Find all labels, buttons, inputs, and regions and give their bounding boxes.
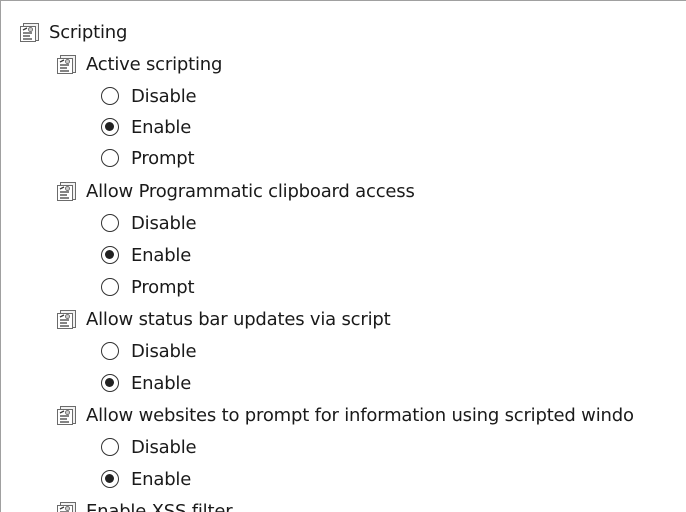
radio-option-disable[interactable]: Disable: [101, 80, 197, 112]
radio-option-enable[interactable]: Enable: [101, 367, 191, 399]
radio-option-enable[interactable]: Enable: [101, 111, 191, 143]
option-label: Prompt: [131, 276, 195, 298]
setting-label: Allow websites to prompt for information…: [86, 404, 634, 426]
setting-status-bar-updates[interactable]: Allow status bar updates via script: [56, 303, 391, 335]
radio-option-disable[interactable]: Disable: [101, 335, 197, 367]
radio-option-prompt[interactable]: Prompt: [101, 271, 195, 303]
policy-script-icon: [57, 502, 76, 512]
setting-prompt-scripted-windows[interactable]: Allow websites to prompt for information…: [56, 399, 634, 431]
setting-label: Allow Programmatic clipboard access: [86, 180, 415, 202]
radio-option-enable[interactable]: Enable: [101, 239, 191, 271]
radio-option-enable[interactable]: Enable: [101, 463, 191, 495]
setting-label: Enable XSS filter: [86, 500, 233, 512]
radio-button[interactable]: [101, 87, 119, 105]
radio-button-selected[interactable]: [101, 118, 119, 136]
option-label: Disable: [131, 436, 197, 458]
setting-xss-filter[interactable]: Enable XSS filter: [56, 495, 233, 512]
radio-option-disable[interactable]: Disable: [101, 431, 197, 463]
category-scripting[interactable]: Scripting: [19, 16, 127, 48]
radio-button[interactable]: [101, 342, 119, 360]
option-label: Disable: [131, 340, 197, 362]
radio-button-selected[interactable]: [101, 246, 119, 264]
radio-button[interactable]: [101, 214, 119, 232]
category-label: Scripting: [49, 21, 128, 43]
radio-button-selected[interactable]: [101, 374, 119, 392]
radio-button[interactable]: [101, 438, 119, 456]
policy-script-icon: [20, 23, 39, 42]
option-label: Enable: [131, 244, 192, 266]
setting-active-scripting[interactable]: Active scripting: [56, 48, 222, 80]
option-label: Enable: [131, 116, 192, 138]
setting-label: Allow status bar updates via script: [86, 308, 391, 330]
policy-script-icon: [57, 55, 76, 74]
option-label: Disable: [131, 212, 197, 234]
radio-button-selected[interactable]: [101, 470, 119, 488]
setting-label: Active scripting: [86, 53, 223, 75]
radio-option-prompt[interactable]: Prompt: [101, 142, 195, 174]
option-label: Prompt: [131, 147, 195, 169]
radio-button[interactable]: [101, 278, 119, 296]
policy-script-icon: [57, 406, 76, 425]
option-label: Enable: [131, 468, 192, 490]
radio-button[interactable]: [101, 149, 119, 167]
security-settings-tree: Scripting Active scripting Disable Enabl…: [0, 0, 686, 512]
policy-script-icon: [57, 310, 76, 329]
option-label: Enable: [131, 372, 192, 394]
radio-option-disable[interactable]: Disable: [101, 207, 197, 239]
policy-script-icon: [57, 182, 76, 201]
setting-programmatic-clipboard[interactable]: Allow Programmatic clipboard access: [56, 175, 415, 207]
option-label: Disable: [131, 85, 197, 107]
